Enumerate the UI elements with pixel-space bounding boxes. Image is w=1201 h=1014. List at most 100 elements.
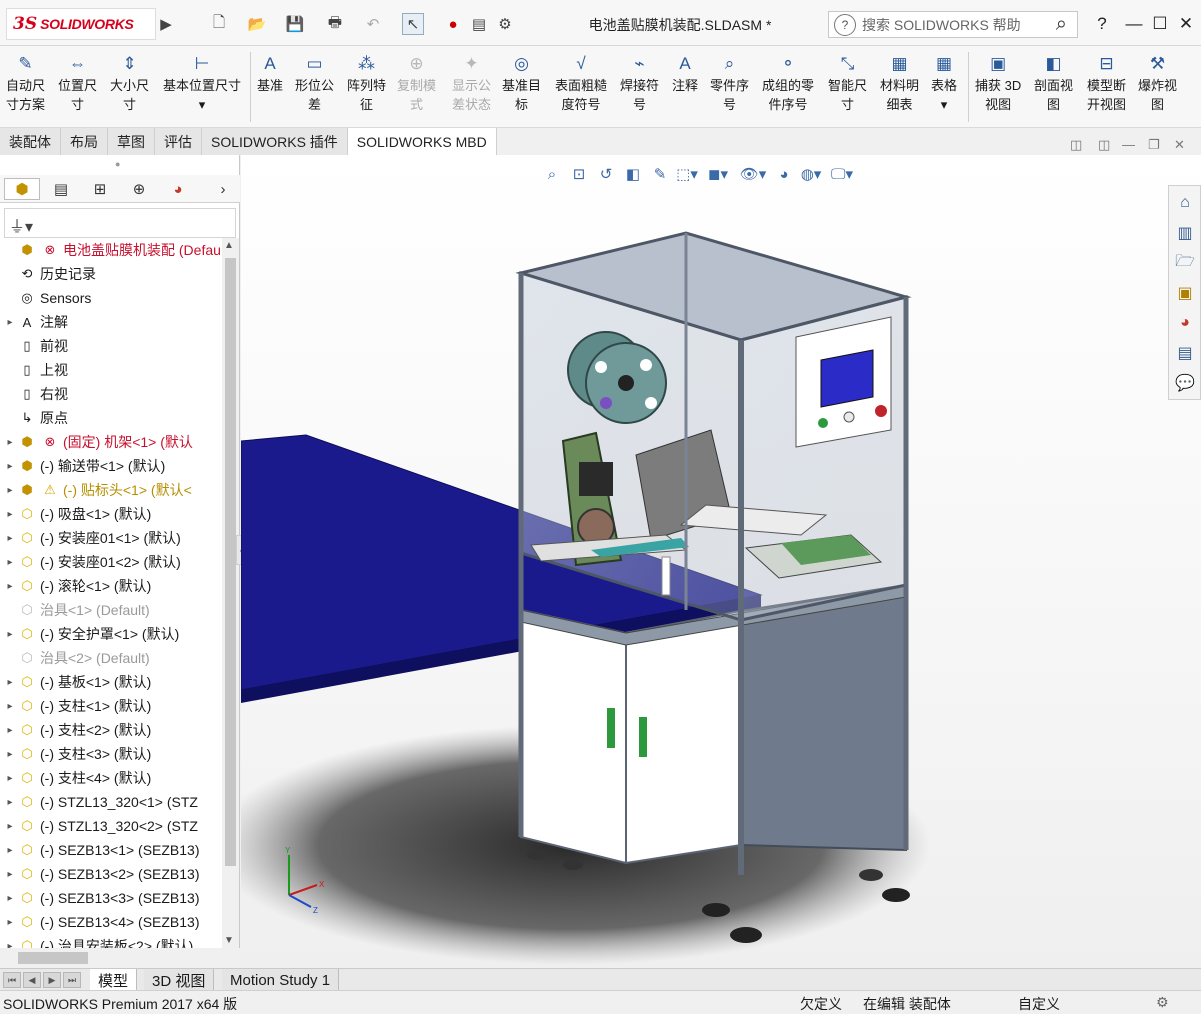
prev-tab-nav-icon[interactable]: ◀ [23,972,41,988]
panel-grip-icon[interactable]: ● [115,159,120,169]
print-icon[interactable]: 🖶 [324,13,346,35]
tree-item[interactable]: ▸ ⬡ (-) SEZB13<1> (SEZB13) [0,838,222,862]
last-tab-nav-icon[interactable]: ⏭ [63,972,81,988]
file-properties-icon[interactable]: ▤ [468,13,490,35]
ribbon-button-model-break-view[interactable]: ⊟ 模型断 开视图 [1087,52,1126,114]
expand-arrow-icon[interactable]: ▸ [3,797,17,808]
solidworks-logo[interactable]: 3S SOLIDWORKS [6,8,156,40]
tab-motion-study-1[interactable]: Motion Study 1 [222,969,340,991]
configurationmanager-tab-icon[interactable]: ⊞ [82,178,118,200]
restore-button[interactable]: ☐ [1148,12,1172,36]
tree-item[interactable]: ▸ ⬡ (-) STZL13_320<1> (STZ [0,790,222,814]
tree-item[interactable]: ▸ ⬢ ⚠ (-) 贴标头<1> (默认< [0,478,222,502]
tree-item[interactable]: ▸ ⬡ (-) 基板<1> (默认) [0,670,222,694]
tree-item[interactable]: ▸ ⬡ (-) 治具安装板<2> (默认) [0,934,222,948]
tree-item[interactable]: ▸ ⬡ (-) STZL13_320<2> (STZ [0,814,222,838]
file-explorer-icon[interactable]: 🗁 [1173,251,1197,275]
ribbon-button-capture-3d-view[interactable]: ▣ 捕获 3D 视图 [975,52,1021,114]
tree-item[interactable]: ▸ ⬡ (-) 支柱<2> (默认) [0,718,222,742]
dimxpertmanager-tab-icon[interactable]: ⊕ [121,178,157,200]
ribbon-button-exploded-view[interactable]: ⚒ 爆炸视图 [1138,52,1177,114]
view-palette-icon[interactable]: ▣ [1173,281,1197,305]
expand-arrow-icon[interactable]: ▸ [3,533,17,544]
select-pointer-icon[interactable]: ↖ [402,13,424,35]
ribbon-button-weld-symbol[interactable]: ⌁ 焊接符号 [620,52,659,114]
ribbon-button-location-dimension[interactable]: ⇔ 位置尺寸 [58,52,97,114]
ribbon-button-table[interactable]: ▦ 表格 ▾ [931,52,957,114]
expand-arrow-icon[interactable]: ▸ [3,677,17,688]
next-tab-nav-icon[interactable]: ▶ [43,972,61,988]
expand-arrow-icon[interactable]: ▸ [3,437,17,448]
tree-item[interactable]: ⬡ 治具<2> (Default) [0,646,222,670]
solidworks-resources-icon[interactable]: ⌂ [1173,191,1197,215]
undo-icon[interactable]: ↶ [362,13,384,35]
custom-properties-icon[interactable]: ▤ [1173,341,1197,365]
appearances-icon[interactable]: ◕ [1173,311,1197,335]
tree-item[interactable]: ▸ ⬡ (-) SEZB13<3> (SEZB13) [0,886,222,910]
new-document-icon[interactable]: 🗋 [208,13,230,35]
tree-item[interactable]: ▯ 上视 [0,358,222,382]
ribbon-button-stacked-balloon[interactable]: ⚬ 成组的零 件序号 [762,52,814,114]
tab-3d-views[interactable]: 3D 视图 [144,969,215,991]
expand-arrow-icon[interactable]: ▸ [3,509,17,520]
help-menu-button[interactable]: ? [1090,12,1114,36]
tree-horizontal-scrollbar[interactable] [0,948,240,968]
tree-item[interactable]: ▸ ⬡ (-) SEZB13<4> (SEZB13) [0,910,222,934]
expand-arrow-icon[interactable]: ▸ [3,317,17,328]
tree-item[interactable]: ◎ Sensors [0,286,222,310]
propertymanager-tab-icon[interactable]: ▤ [43,178,79,200]
status-options-icon[interactable]: ⚙ [1156,994,1169,1011]
tree-item[interactable]: ▸ ⬡ (-) SEZB13<2> (SEZB13) [0,862,222,886]
expand-arrow-icon[interactable]: ▸ [3,725,17,736]
tree-item[interactable]: ▸ ⬡ (-) 安装座01<1> (默认) [0,526,222,550]
open-document-icon[interactable]: 📂 [246,13,268,35]
ribbon-button-surface-finish[interactable]: √ 表面粗糙 度符号 [555,52,607,114]
tree-filter[interactable]: ⏚▾ [4,208,236,238]
tab-2[interactable]: 草图 [108,128,155,155]
expand-arrow-icon[interactable]: ▸ [3,893,17,904]
tree-item[interactable]: ▯ 右视 [0,382,222,406]
window-close-icon[interactable]: ✕ [1174,137,1185,153]
forum-icon[interactable]: 💬 [1173,371,1197,395]
graphics-area[interactable]: ⌕ ⊡ ↺ ◧ ✎ ⬚▾ ◼▾ 👁▾ ◕ ◍▾ 🖵▾ Y X Z [241,155,1201,968]
ribbon-button-smart-dimension[interactable]: ⤡ 智能尺寸 [828,52,867,114]
filter-icon[interactable]: ⏚▾ [9,219,33,236]
expand-arrow-icon[interactable]: ▸ [3,917,17,928]
tree-item[interactable]: ▸ ⬡ (-) 支柱<3> (默认) [0,742,222,766]
window-minimize-icon[interactable]: — [1122,137,1135,152]
ribbon-button-bill-of-materials[interactable]: ▦ 材料明 细表 [880,52,919,114]
tree-item[interactable]: ▸ ⬡ (-) 安全护罩<1> (默认) [0,622,222,646]
tree-item[interactable]: ▸ ⬢ ⊗ (固定) 机架<1> (默认 [0,430,222,454]
rebuild-traffic-light-icon[interactable]: ● [442,13,464,35]
expand-arrow-icon[interactable]: ▸ [3,749,17,760]
options-gear-icon[interactable]: ⚙ [494,13,516,35]
first-tab-nav-icon[interactable]: ⏮ [3,972,21,988]
ribbon-button-basic-location-dimension[interactable]: ⊢ 基本位置尺寸 ▾ [163,52,241,114]
hscroll-thumb[interactable] [18,952,88,964]
expand-arrow-icon[interactable]: ▸ [3,869,17,880]
expand-arrow-icon[interactable]: ▸ [3,701,17,712]
tab-model[interactable]: 模型 [90,969,138,991]
custom-units[interactable]: 自定义 [1018,994,1060,1014]
tree-item[interactable]: ▸ ⬡ (-) 吸盘<1> (默认) [0,502,222,526]
tree-item[interactable]: ▸ ⬢ (-) 输送带<1> (默认) [0,454,222,478]
close-button[interactable]: ✕ [1174,12,1198,36]
tree-item[interactable]: ▸ ⬡ (-) 支柱<4> (默认) [0,766,222,790]
tree-item[interactable]: ⬡ 治具<1> (Default) [0,598,222,622]
tree-item[interactable]: ▯ 前视 [0,334,222,358]
window-restore-icon[interactable]: ❐ [1148,137,1160,153]
ribbon-button-show-tolerance-status[interactable]: ✦ 显示公 差状态 [452,52,491,114]
search-box[interactable]: ? 搜索 SOLIDWORKS 帮助 ⌕ [828,11,1078,38]
assembly-3d-model[interactable]: Y X Z [241,155,1201,968]
expand-arrow-icon[interactable]: ▸ [3,845,17,856]
ribbon-button-geometric-tolerance[interactable]: ▭ 形位公差 [295,52,334,114]
tree-item[interactable]: ▸ ⬡ (-) 安装座01<2> (默认) [0,550,222,574]
tab-5[interactable]: SOLIDWORKS MBD [347,128,497,155]
ribbon-button-datum-target[interactable]: ◎ 基准目标 [502,52,541,114]
tree-item[interactable]: ▸ ⬡ (-) 支柱<1> (默认) [0,694,222,718]
ribbon-button-note[interactable]: A 注释 [672,52,698,95]
featuremanager-tab-icon[interactable]: ⬢ [4,178,40,200]
scroll-up-icon[interactable]: ▲ [224,240,234,251]
tree-item[interactable]: ⬢ ⊗ 电池盖贴膜机装配 (Defau [0,238,222,262]
window-tile-left-icon[interactable]: ◫ [1070,137,1082,153]
